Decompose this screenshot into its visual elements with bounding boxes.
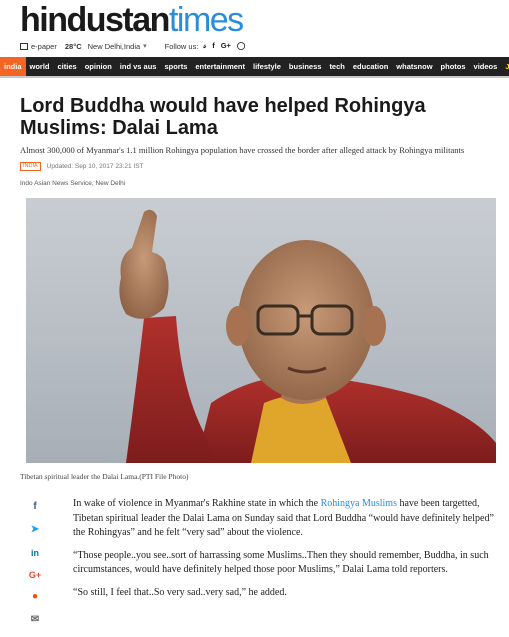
article-dek: Almost 300,000 of Myanmar's 1.1 million …	[20, 145, 465, 155]
logo-part-hindustan: hindustan	[20, 1, 170, 39]
nav-item-business[interactable]: business	[285, 57, 326, 76]
paragraph-3: “So still, I feel that..So very sad..ver…	[73, 586, 287, 598]
nav-item-tech[interactable]: tech	[325, 57, 348, 76]
google-plus-icon[interactable]: G+	[221, 41, 231, 51]
section-tag[interactable]: INDIA	[20, 162, 41, 171]
site-logo[interactable]: hindustantimes	[20, 1, 244, 39]
mail-icon[interactable]: ✉	[27, 613, 43, 627]
twitter-icon[interactable]: 𝓈	[203, 41, 206, 51]
epaper-icon[interactable]	[20, 42, 28, 50]
article-meta: INDIA Updated: Sep 10, 2017 23:21 IST	[20, 162, 144, 171]
article-headline: Lord Buddha would have helped Rohingya M…	[20, 95, 426, 139]
reddit-icon[interactable]: ●	[27, 590, 43, 604]
facebook-icon[interactable]: f	[212, 41, 215, 51]
logo-part-times: times	[168, 1, 244, 39]
nav-item-opinion[interactable]: opinion	[81, 57, 116, 76]
nav-item-world[interactable]: world	[26, 57, 54, 76]
rohingya-muslims-link[interactable]: Rohingya Muslims	[321, 498, 397, 509]
temperature: 28°C	[64, 41, 82, 51]
main-nav: india world cities opinion ind vs aus sports e…	[0, 57, 509, 78]
paragraph-2: “Those people..you see..sort of harrassi…	[73, 549, 489, 576]
site-header: hindustantimes e-paper 28°C New Delhi,In…	[0, 0, 509, 52]
header-meta-row: e-paper 28°C New Delhi,India ▾ Follow us…	[20, 40, 245, 52]
epaper-link[interactable]: e-paper	[31, 42, 57, 51]
follow-label: Follow us:	[164, 41, 199, 51]
paragraph-1: In wake of violence in Myanmar's Rakhine…	[73, 498, 494, 538]
nav-item-jaago-re[interactable]: Jaago re	[501, 57, 509, 76]
nav-item-ind-vs-aus[interactable]: ind vs aus	[116, 57, 161, 76]
twitter-icon[interactable]: ➤	[27, 523, 43, 537]
nav-item-entertainment[interactable]: entertainment	[191, 57, 249, 76]
facebook-icon[interactable]: f	[27, 500, 43, 514]
article-photo	[26, 198, 496, 463]
nav-item-whatsnow[interactable]: whatsnow	[392, 57, 436, 76]
dalai-lama-photo-illustration	[119, 209, 496, 463]
photo-caption: Tibetan spiritual leader the Dalai Lama.…	[20, 472, 189, 481]
social-links: 𝓈 f G+ ◯	[203, 41, 245, 51]
article-body: In wake of violence in Myanmar's Rakhine…	[73, 497, 503, 608]
instagram-icon[interactable]: ◯	[237, 41, 245, 51]
nav-item-photos[interactable]: photos	[437, 57, 470, 76]
byline: Indo Asian News Service, New Delhi	[20, 180, 126, 187]
updated-timestamp: Updated: Sep 10, 2017 23:21 IST	[46, 163, 144, 170]
nav-item-sports[interactable]: sports	[160, 57, 191, 76]
chevron-down-icon[interactable]: ▾	[143, 42, 147, 50]
linkedin-icon[interactable]: in	[27, 546, 43, 560]
nav-item-education[interactable]: education	[349, 57, 392, 76]
nav-item-videos[interactable]: videos	[470, 57, 502, 76]
nav-item-cities[interactable]: cities	[54, 57, 81, 76]
google-plus-icon[interactable]: G+	[27, 568, 43, 582]
nav-item-lifestyle[interactable]: lifestyle	[249, 57, 285, 76]
nav-item-india[interactable]: india	[0, 57, 26, 76]
city-selector[interactable]: New Delhi,India	[88, 42, 141, 51]
